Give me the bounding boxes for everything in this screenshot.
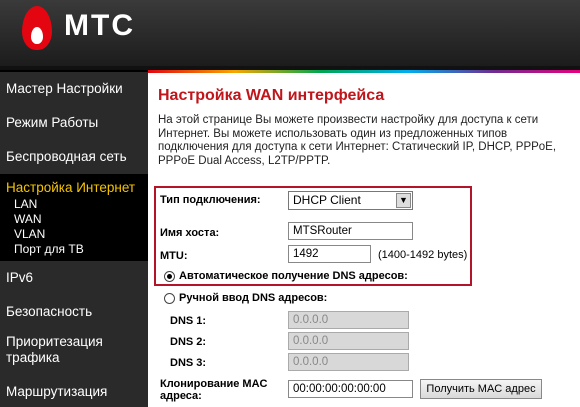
mac-clone-label: Клонирование MAC адреса: — [160, 378, 268, 402]
sidebar-item-wizard[interactable]: Мастер Настройки — [0, 72, 148, 106]
dns2-label: DNS 2: — [170, 336, 207, 348]
page-description: На этой странице Вы можете произвести на… — [158, 114, 557, 167]
sidebar-item-traffic-priority[interactable]: Приоритезация трафика — [0, 329, 148, 375]
hostname-input[interactable] — [288, 222, 413, 240]
header: МТС — [0, 0, 580, 66]
dns-auto-label: Автоматическое получение DNS адресов: — [179, 270, 408, 282]
mtu-label: MTU: — [160, 250, 188, 262]
sidebar-item-security[interactable]: Безопасность — [0, 295, 148, 329]
mtu-input[interactable] — [288, 245, 371, 263]
sidebar-item-routing[interactable]: Маршрутизация — [0, 375, 148, 407]
chevron-down-icon: ▼ — [396, 193, 411, 208]
sidebar-item-internet[interactable]: Настройка Интернет LAN WAN VLAN Порт для… — [0, 175, 148, 261]
dns3-input[interactable] — [288, 353, 409, 371]
dns3-label: DNS 3: — [170, 357, 207, 369]
dns1-input[interactable] — [288, 311, 409, 329]
mtu-hint: (1400-1492 bytes) — [378, 249, 468, 261]
sidebar-item-ipv6[interactable]: IPv6 — [0, 261, 148, 295]
page-title: Настройка WAN интерфейса — [158, 87, 385, 104]
sidebar-subitem-lan[interactable]: LAN — [14, 197, 37, 211]
sidebar-subitem-tv-port[interactable]: Порт для ТВ — [14, 242, 84, 256]
connection-type-value: DHCP Client — [293, 193, 361, 207]
sidebar: Мастер Настройки Режим Работы Беспроводн… — [0, 70, 148, 407]
dns1-label: DNS 1: — [170, 315, 207, 327]
dns-manual-radio[interactable] — [164, 293, 175, 304]
mts-logo-icon — [22, 6, 52, 50]
dns2-input[interactable] — [288, 332, 409, 350]
color-strip — [148, 70, 580, 73]
hostname-label: Имя хоста: — [160, 227, 220, 239]
connection-type-select[interactable]: DHCP Client ▼ — [288, 191, 413, 210]
connection-type-label: Тип подключения: — [160, 194, 261, 206]
sidebar-item-mode[interactable]: Режим Работы — [0, 106, 148, 140]
main-panel: Настройка WAN интерфейса На этой страниц… — [148, 70, 580, 407]
sidebar-subitem-wan[interactable]: WAN — [14, 212, 42, 226]
get-mac-button[interactable]: Получить MAC адрес — [420, 379, 542, 399]
sidebar-item-wireless[interactable]: Беспроводная сеть — [0, 140, 148, 174]
sidebar-subitem-vlan[interactable]: VLAN — [14, 227, 45, 241]
dns-manual-label: Ручной ввод DNS адресов: — [179, 292, 328, 304]
dns-auto-radio[interactable] — [164, 271, 175, 282]
brand-name: МТС — [64, 9, 135, 42]
mac-address-input[interactable] — [288, 380, 413, 398]
sidebar-item-internet-label: Настройка Интернет — [6, 180, 136, 195]
